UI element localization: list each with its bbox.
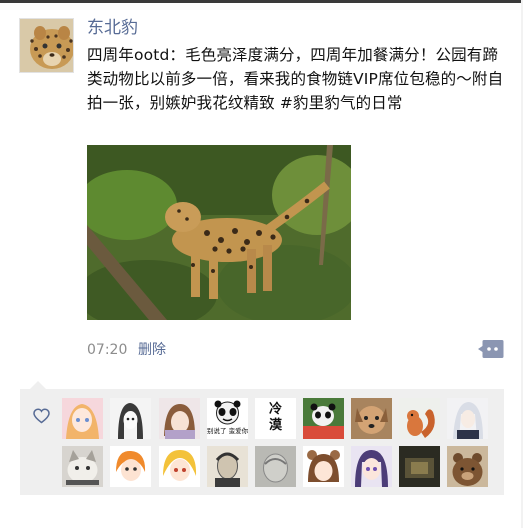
liker-avatar-7[interactable] (351, 398, 392, 439)
likes-pointer (30, 381, 46, 389)
author-name[interactable]: 东北豹 (87, 17, 138, 39)
likes-panel: 别说了 蛮爱你 冷漠 (20, 389, 504, 495)
liker-avatar-8[interactable] (399, 398, 440, 439)
liker-avatar-5[interactable]: 冷漠 (255, 398, 296, 439)
liker-avatar-1[interactable] (62, 398, 103, 439)
top-bar (0, 0, 523, 3)
liker-avatar-3[interactable] (159, 398, 200, 439)
liker-avatar-2[interactable] (110, 398, 151, 439)
anime-girl-pink-avatar (62, 398, 103, 439)
liker-avatar-11[interactable] (110, 446, 151, 487)
comment-button[interactable] (478, 339, 504, 359)
delete-link[interactable]: 删除 (138, 341, 166, 359)
liker-avatar-4[interactable]: 别说了 蛮爱你 (207, 398, 248, 439)
leopard-avatar-image (20, 19, 73, 72)
liker-5-caption: 冷漠 (268, 402, 282, 433)
liker-avatar-17[interactable] (399, 446, 440, 487)
liker-avatar-12[interactable] (159, 446, 200, 487)
liker-avatar-6[interactable] (303, 398, 344, 439)
liker-avatar-10[interactable] (62, 446, 103, 487)
liker-avatar-16[interactable] (351, 446, 392, 487)
post-text: 四周年ootd：毛色亮泽度满分，四周年加餐满分！公园有蹄类动物比以前多一倍，看来… (87, 46, 504, 112)
comment-dots-icon (478, 340, 504, 358)
leopard-photo-image (87, 145, 351, 320)
liker-4-caption: 别说了 蛮爱你 (207, 427, 248, 435)
liker-avatar-14[interactable] (255, 446, 296, 487)
post-photo[interactable] (87, 145, 351, 320)
author-avatar[interactable] (19, 18, 74, 73)
liker-avatar-9[interactable] (447, 398, 488, 439)
heart-icon (33, 408, 50, 424)
post-time: 07:20 (87, 342, 128, 358)
liker-avatar-13[interactable] (207, 446, 248, 487)
liker-avatar-15[interactable] (303, 446, 344, 487)
liker-avatar-18[interactable] (447, 446, 488, 487)
